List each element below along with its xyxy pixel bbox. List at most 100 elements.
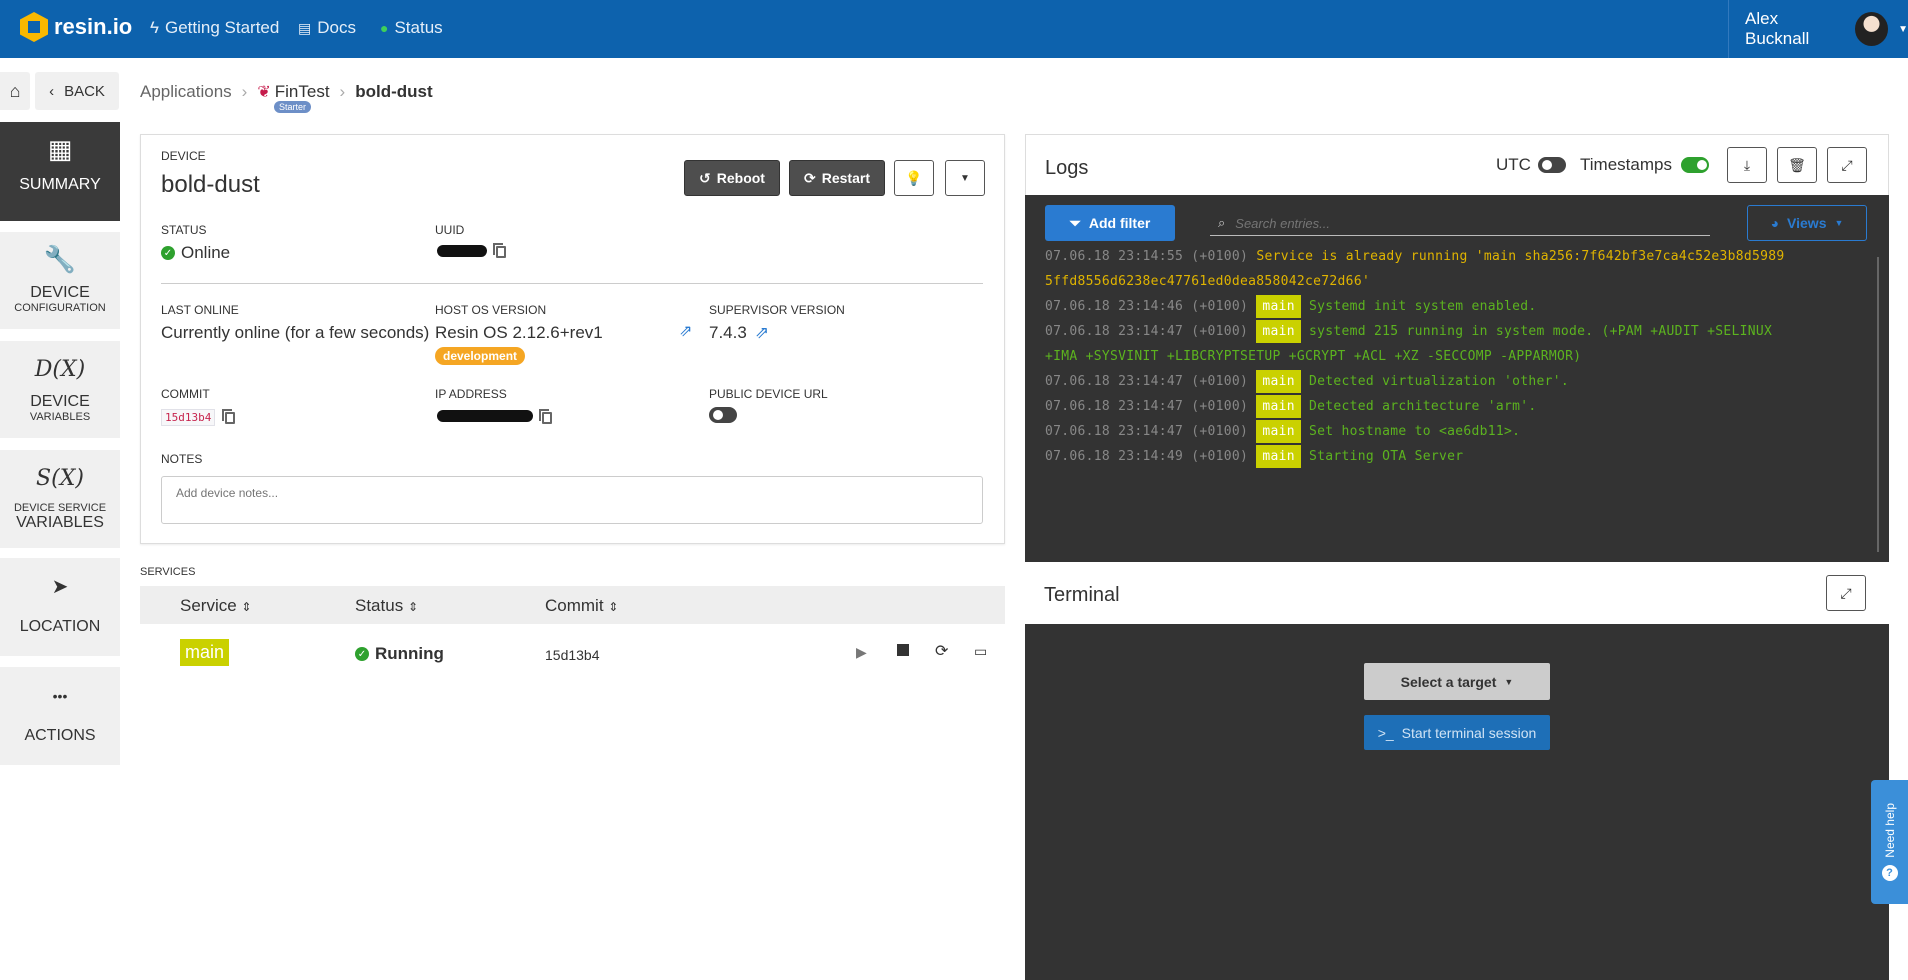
log-entry: 07.06.18 23:14:47 (+0100) main Detected … [1045,395,1537,418]
download-logs-button[interactable]: ⤓ [1727,147,1767,183]
raspberry-pi-icon: ❦ [257,84,271,101]
device-name: bold-dust [161,171,260,198]
log-entry-continued: +IMA +SYSVINIT +LIBCRYPTSETUP +GCRYPT +A… [1045,349,1582,364]
dots-icon: ••• [52,688,68,704]
commit-value: 15d13b4 [161,409,216,426]
copy-ip-icon[interactable] [539,409,552,424]
identify-button[interactable]: 💡 [894,160,934,196]
sidebar-item-summary[interactable]: ▦ SUMMARY [0,122,120,221]
caret-down-icon: ▼ [960,172,970,184]
start-terminal-button[interactable]: >_ Start terminal session [1364,715,1550,750]
nav-getting-started[interactable]: ϟ Getting Started [150,18,279,38]
log-service-badge: main [1256,370,1301,393]
breadcrumb-app[interactable]: FinTest [275,82,330,102]
terminal-prompt-icon: >_ [1377,724,1394,741]
expand-terminal-button[interactable]: ⤢ [1826,575,1866,611]
nav-docs[interactable]: ▤ Docs [298,18,356,38]
timestamps-toggle[interactable] [1681,157,1709,173]
select-target-dropdown[interactable]: Select a target ▼ [1364,663,1550,700]
breadcrumb-applications[interactable]: Applications [140,82,232,102]
expand-icon: ⤢ [1840,584,1852,601]
avatar [1854,12,1889,46]
logs-panel: ⏷Add filter ⌕ ◕Views▼ 07.06.18 23:14:55 … [1025,195,1889,562]
search-bar: ⌕ [1210,211,1710,236]
nav-status[interactable]: ● Status [380,18,443,38]
chevron-right-icon: › [241,82,248,101]
resin-logo[interactable]: resin.io [20,12,132,42]
log-entry-continued: 5ffd8556d6238ec47761ed0dea858042ce72d66' [1045,274,1371,289]
log-entry: 07.06.18 23:14:55 (+0100) Service is alr… [1045,249,1785,264]
check-circle-icon: ✓ [161,246,175,260]
sidebar-item-device-service-variables[interactable]: S(X) DEVICE SERVICE VARIABLES [0,450,120,548]
search-icon: ⌕ [1218,215,1226,230]
pie-chart-icon: ◕ [1770,215,1780,231]
download-icon: ⤓ [1743,156,1751,173]
service-name-badge[interactable]: main [180,639,230,666]
terminal-header: Terminal ⤢ [1025,562,1889,624]
views-dropdown[interactable]: ◕ Views ▼ [1747,205,1867,241]
stop-icon[interactable] [897,644,909,656]
sidebar-item-device-variables[interactable]: D(X) DEVICE VARIABLES [0,341,120,438]
reboot-button[interactable]: ↺ Reboot [684,160,780,196]
supervisor-version: 7.4.3 ⇗ [709,323,770,343]
terminal-icon[interactable]: ▭ [974,643,987,660]
logs-scrollbar[interactable] [1877,257,1879,552]
development-badge: development [435,347,526,365]
external-link-icon[interactable]: ⇗ [679,321,692,341]
sx-icon: S(X) [36,466,84,491]
copy-uuid-icon[interactable] [493,243,506,258]
service-commit: 15d13b4 [545,647,600,663]
search-input[interactable] [1235,215,1676,231]
bolt-icon: ϟ [150,18,159,37]
notes-textarea[interactable] [161,476,983,524]
external-link-icon[interactable]: ⇗ [755,323,769,343]
top-navbar: resin.io ϟ Getting Started ▤ Docs ● Status … [0,0,1908,58]
chevron-left-icon: ‹ [49,82,55,100]
status-dot-icon: ● [380,20,389,36]
sort-service[interactable]: Service ⇕ [180,596,251,616]
utc-toggle[interactable] [1538,157,1566,173]
user-menu[interactable]: Alex Bucknall ▼ [1728,0,1908,58]
copy-commit-icon[interactable] [222,409,235,424]
sort-status[interactable]: Status ⇕ [355,596,418,616]
play-icon[interactable]: ▶ [856,644,867,661]
service-status: ✓ Running [355,644,444,664]
sidebar-item-actions[interactable]: ••• ACTIONS [0,667,120,765]
more-actions-dropdown[interactable]: ▼ [945,160,985,196]
restart-service-icon[interactable]: ⟳ [935,641,948,661]
add-filter-button[interactable]: ⏷ Add filter [1045,205,1175,241]
log-service-badge: main [1256,395,1301,418]
caret-down-icon: ▼ [1834,218,1844,228]
home-button[interactable]: ⌂ [0,72,30,110]
expand-logs-button[interactable]: ⤢ [1827,147,1867,183]
undo-icon: ↺ [699,169,711,186]
host-os-value: Resin OS 2.12.6+rev1 [435,323,603,342]
log-entry: 07.06.18 23:14:47 (+0100) main Set hostn… [1045,420,1520,443]
restart-button[interactable]: ⟳ Restart [789,160,885,196]
chevron-right-icon: › [339,82,346,101]
dx-icon: D(X) [34,357,86,382]
resin-logo-icon [20,12,48,42]
caret-down-icon: ▼ [1504,676,1514,687]
refresh-icon: ⟳ [804,169,816,186]
caret-down-icon: ▼ [1898,23,1908,35]
terminal-panel: Select a target ▼ >_ Start terminal sessio… [1025,624,1889,980]
breadcrumb: Applications › ❦ FinTest › bold-dust [140,82,433,102]
location-arrow-icon: ➤ [51,576,69,598]
public-url-toggle[interactable] [709,407,737,423]
log-service-badge: main [1256,445,1301,468]
log-service-badge: main [1256,320,1301,343]
sidebar-item-device-configuration[interactable]: 🔧 DEVICE CONFIGURATION [0,232,120,329]
wrench-icon: 🔧 [43,244,77,274]
device-status: ✓ Online [161,243,230,263]
log-service-badge: main [1256,295,1301,318]
need-help-tab[interactable]: Need help ? [1871,780,1908,904]
last-online-value: Currently online (for a few seconds) [161,323,430,342]
services-header: Service ⇕ Status ⇕ Commit ⇕ [140,586,1005,624]
sidebar-item-location[interactable]: ➤ LOCATION [0,558,120,656]
document-icon: ▤ [298,19,312,36]
back-button[interactable]: ‹ BACK [35,72,119,110]
clear-logs-button[interactable]: 🗑 [1777,147,1817,183]
sort-commit[interactable]: Commit ⇕ [545,596,618,616]
device-card: DEVICE bold-dust ↺ Reboot ⟳ Restart 💡 ▼ ST… [140,134,1005,544]
